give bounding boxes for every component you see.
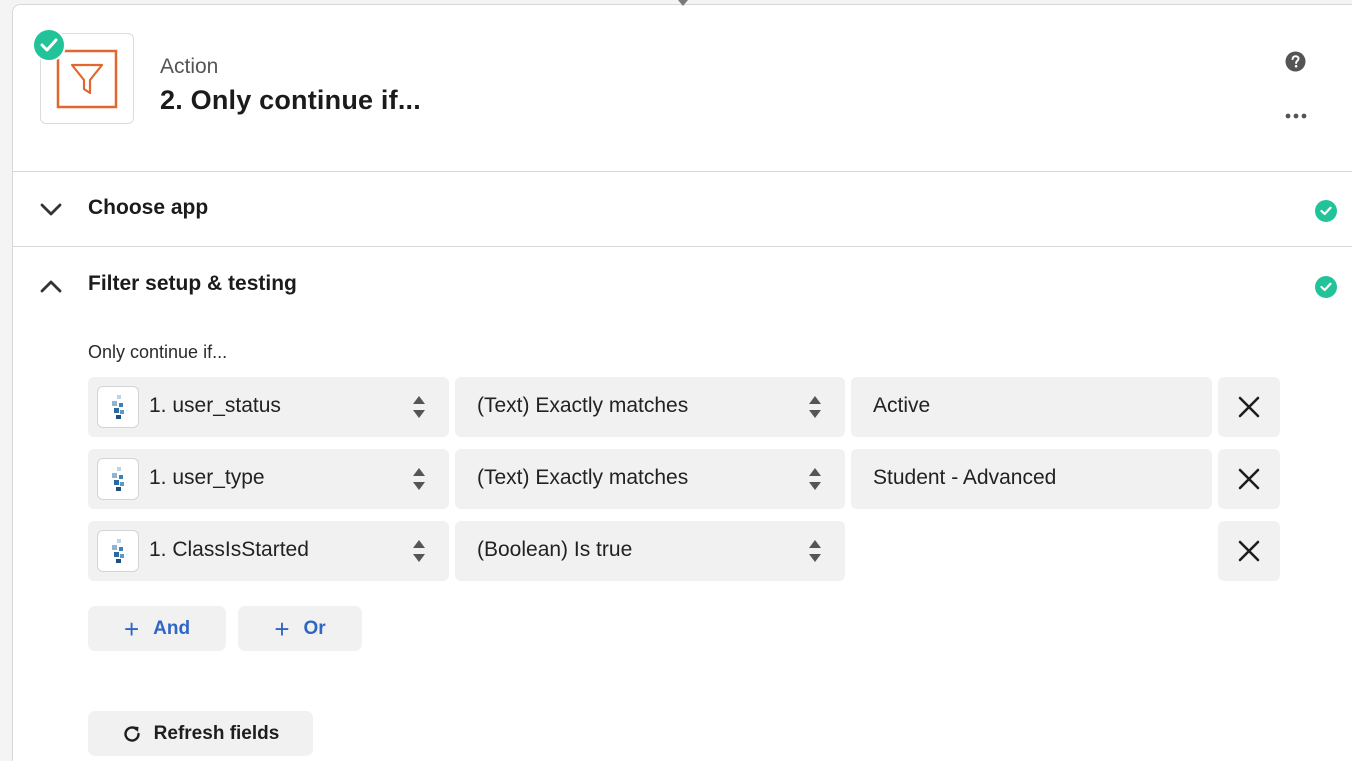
step-editor-panel: Action 2. Only continue if... Choose app… xyxy=(12,4,1352,761)
refresh-fields-label: Refresh fields xyxy=(153,722,280,744)
select-updown-icon xyxy=(809,396,821,418)
plus-icon: + xyxy=(123,613,140,644)
condition-value-input[interactable]: Student - Advanced xyxy=(851,449,1212,509)
step-complete-check-icon xyxy=(32,28,66,62)
remove-condition-button[interactable] xyxy=(1218,449,1280,509)
close-icon xyxy=(1238,396,1260,418)
condition-operator-select[interactable]: (Boolean) Is true xyxy=(455,521,845,581)
remove-condition-button[interactable] xyxy=(1218,521,1280,581)
condition-value-input[interactable]: Active xyxy=(851,377,1212,437)
condition-field-value: 1. user_status xyxy=(149,394,281,417)
condition-operator-value: (Text) Exactly matches xyxy=(477,466,689,489)
more-options-ellipsis-icon[interactable] xyxy=(1283,109,1309,123)
select-updown-icon xyxy=(809,540,821,562)
section-filter-setup-label: Filter setup & testing xyxy=(88,272,297,295)
step-title[interactable]: 2. Only continue if... xyxy=(160,85,421,116)
refresh-icon xyxy=(124,725,140,742)
step-header: Action 2. Only continue if... xyxy=(13,5,1352,172)
chevron-up-icon xyxy=(40,280,62,293)
condition-operator-select[interactable]: (Text) Exactly matches xyxy=(455,449,845,509)
source-app-icon xyxy=(97,530,139,572)
add-or-condition-button[interactable]: + Or xyxy=(238,606,362,651)
filter-intro-text: Only continue if... xyxy=(88,342,228,362)
condition-operator-value: (Boolean) Is true xyxy=(477,538,633,561)
help-question-icon[interactable] xyxy=(1285,51,1306,72)
refresh-fields-button[interactable]: Refresh fields xyxy=(88,711,313,756)
section-complete-check-icon xyxy=(1315,200,1337,222)
select-updown-icon xyxy=(413,540,425,562)
close-icon xyxy=(1238,540,1260,562)
condition-field-value: 1. user_type xyxy=(149,466,265,489)
filter-condition-row: 1. ClassIsStarted (Boolean) Is true xyxy=(88,521,1280,581)
section-choose-app[interactable]: Choose app xyxy=(13,172,1352,247)
condition-field-select[interactable]: 1. user_type xyxy=(88,449,449,509)
condition-field-select[interactable]: 1. ClassIsStarted xyxy=(88,521,449,581)
select-updown-icon xyxy=(413,468,425,490)
filter-condition-row: 1. user_status (Text) Exactly matches Ac… xyxy=(88,377,1280,437)
condition-operator-value: (Text) Exactly matches xyxy=(477,394,689,417)
add-or-label: Or xyxy=(303,617,326,639)
remove-condition-button[interactable] xyxy=(1218,377,1280,437)
select-updown-icon xyxy=(413,396,425,418)
chevron-down-icon xyxy=(40,203,62,216)
select-updown-icon xyxy=(809,468,821,490)
plus-icon: + xyxy=(274,613,290,644)
condition-value-text: Active xyxy=(873,394,931,417)
section-filter-setup[interactable]: Filter setup & testing xyxy=(13,248,1352,323)
add-and-label: And xyxy=(153,617,191,639)
condition-field-value: 1. ClassIsStarted xyxy=(149,538,309,561)
source-app-icon xyxy=(97,458,139,500)
section-choose-app-label: Choose app xyxy=(88,196,209,219)
filter-condition-row: 1. user_type (Text) Exactly matches Stud… xyxy=(88,449,1280,509)
close-icon xyxy=(1238,468,1260,490)
filter-funnel-icon xyxy=(56,49,118,108)
connector-arrow xyxy=(678,0,688,6)
section-complete-check-icon xyxy=(1315,276,1337,298)
source-app-icon xyxy=(97,386,139,428)
condition-field-select[interactable]: 1. user_status xyxy=(88,377,449,437)
add-and-condition-button[interactable]: + And xyxy=(88,606,226,651)
step-kind-label: Action xyxy=(160,55,219,78)
condition-operator-select[interactable]: (Text) Exactly matches xyxy=(455,377,845,437)
condition-value-text: Student - Advanced xyxy=(873,466,1057,489)
